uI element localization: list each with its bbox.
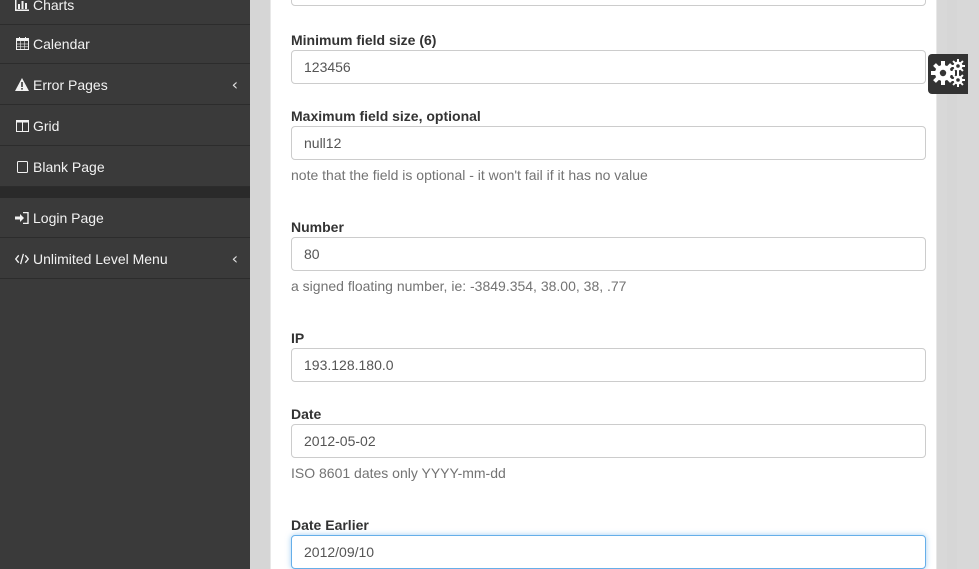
sidebar-item-unlimited-level-menu[interactable]: Unlimited Level Menu ‹ (0, 239, 250, 279)
gears-icon (931, 57, 965, 92)
number-label: Number (291, 219, 344, 235)
ip-input[interactable] (291, 348, 926, 382)
date-label: Date (291, 406, 322, 422)
max-size-help: note that the field is optional - it won… (291, 167, 648, 183)
sidebar-item-error-pages[interactable]: Error Pages ‹ (0, 65, 250, 105)
sidebar-item-label: Blank Page (33, 158, 105, 175)
settings-button[interactable] (928, 54, 968, 94)
sidebar-item-login-page[interactable]: Login Page (0, 198, 250, 238)
sidebar-divider (0, 187, 250, 198)
sidebar-item-label: Charts (33, 0, 75, 13)
calendar-icon (15, 37, 29, 51)
sidebar-item-grid[interactable]: Grid (0, 106, 250, 146)
sidebar-item-calendar[interactable]: Calendar (0, 24, 250, 64)
bar-chart-icon (15, 0, 29, 12)
chevron-left-icon: ‹ (231, 75, 238, 94)
min-size-input[interactable] (291, 50, 926, 84)
date-input[interactable] (291, 424, 926, 458)
content-gutter (250, 0, 270, 569)
max-size-label: Maximum field size, optional (291, 108, 481, 124)
ip-label: IP (291, 330, 305, 346)
date-help: ISO 8601 dates only YYYY-mm-dd (291, 465, 506, 481)
sidebar-item-label: Grid (33, 117, 60, 134)
blank-page-icon (15, 160, 29, 174)
sidebar-item-blank-page[interactable]: Blank Page (0, 147, 250, 187)
sidebar-item-charts[interactable]: Charts (0, 0, 250, 25)
sidebar-item-label: Unlimited Level Menu (33, 250, 168, 267)
date-earlier-label: Date Earlier (291, 517, 369, 533)
min-size-label: Minimum field size (6) (291, 32, 437, 48)
code-icon (15, 252, 29, 266)
date-earlier-input[interactable] (291, 535, 926, 569)
sidebar-item-label: Login Page (33, 209, 104, 226)
number-input[interactable] (291, 237, 926, 271)
sidebar-item-label: Error Pages (33, 76, 108, 93)
warning-icon (15, 78, 29, 92)
max-size-input[interactable] (291, 126, 926, 160)
previous-field-input[interactable] (291, 0, 926, 6)
sidebar: Charts Calendar Error Pages ‹ Grid Blank… (0, 0, 250, 569)
sidebar-item-label: Calendar (33, 35, 90, 52)
number-help: a signed floating number, ie: -3849.354,… (291, 278, 627, 294)
chevron-left-icon: ‹ (231, 249, 238, 268)
grid-icon (15, 119, 29, 133)
sign-in-icon (15, 211, 29, 225)
